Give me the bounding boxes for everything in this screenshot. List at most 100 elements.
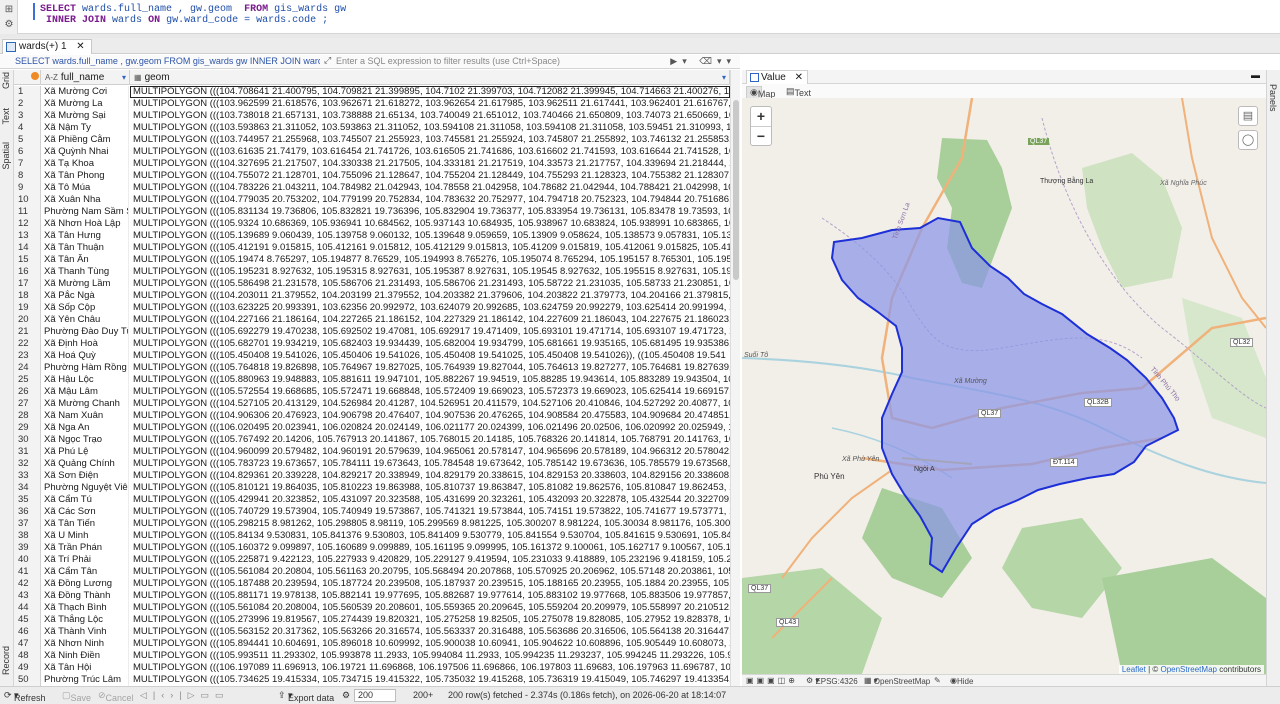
cell-geom[interactable]: MULTIPOLYGON (((103.744957 21.255968, 10…: [130, 134, 730, 146]
table-row[interactable]: 19 Xã Sốp Cộp MULTIPOLYGON (((103.623225 2…: [14, 302, 730, 314]
cell-full-name[interactable]: Xã Mường La: [41, 98, 129, 110]
zoom-in-button[interactable]: +: [751, 107, 771, 126]
cell-full-name[interactable]: Xã Nậm Ty: [41, 122, 129, 134]
cell-geom[interactable]: MULTIPOLYGON (((103.962599 21.618576, 10…: [130, 98, 730, 110]
cell-full-name[interactable]: Xã Mường Sại: [41, 110, 129, 122]
cell-geom[interactable]: MULTIPOLYGON (((105.880963 19.948883, 10…: [130, 374, 730, 386]
table-row[interactable]: 1 Xã Mường Cơi MULTIPOLYGON (((104.708641 …: [14, 86, 730, 98]
cell-geom[interactable]: MULTIPOLYGON (((104.829361 20.339228, 10…: [130, 470, 730, 482]
cell-full-name[interactable]: Phường Nam Sầm Sơn: [41, 206, 129, 218]
filter-input[interactable]: Enter a SQL expression to filter results…: [336, 56, 560, 66]
row-number[interactable]: 2: [14, 98, 41, 110]
cell-full-name[interactable]: Xã Mường Chanh: [41, 398, 129, 410]
hide-labels-toggle[interactable]: ◉ Hide labels: [950, 676, 978, 695]
osm-link[interactable]: OpenStreetMap: [1160, 665, 1216, 674]
cell-full-name[interactable]: Xã Thạch Bình: [41, 602, 129, 614]
cell-geom[interactable]: MULTIPOLYGON (((104.327695 21.217507, 10…: [130, 158, 730, 170]
row-number[interactable]: 5: [14, 134, 41, 146]
cell-full-name[interactable]: Xã Sơn Điện: [41, 470, 129, 482]
cell-full-name[interactable]: Xã Định Hoà: [41, 338, 129, 350]
table-row[interactable]: 43 Xã Đồng Thành MULTIPOLYGON (((105.88117…: [14, 590, 730, 602]
row-number[interactable]: 41: [14, 566, 41, 578]
table-row[interactable]: 11Phường Nam Sầm SơnMULTIPOLYGON (((105.…: [14, 206, 730, 218]
edit-icon[interactable]: ✎: [934, 676, 941, 685]
cell-full-name[interactable]: Xã Thắng Lộc: [41, 614, 129, 626]
row-number[interactable]: 17: [14, 278, 41, 290]
cell-geom[interactable]: MULTIPOLYGON (((105.561084 20.208004, 10…: [130, 602, 730, 614]
row-number[interactable]: 49: [14, 662, 41, 674]
cell-geom[interactable]: MULTIPOLYGON (((105.563152 20.317362, 10…: [130, 626, 730, 638]
map-view[interactable]: QL37 Thượng Bằng La Xã Nghĩa Phúc Suối T…: [742, 98, 1266, 674]
table-row[interactable]: 44 Xã Thạch Bình MULTIPOLYGON (((105.56108…: [14, 602, 730, 614]
table-row[interactable]: 32 Xã Quảng Chính MULTIPOLYGON (((105.7837…: [14, 458, 730, 470]
table-row[interactable]: 45 Xã Thắng Lộc MULTIPOLYGON (((105.273996…: [14, 614, 730, 626]
table-row[interactable]: 39 Xã Trần Phán MULTIPOLYGON (((105.160372…: [14, 542, 730, 554]
result-tab[interactable]: wards(+) 1 ✕: [2, 39, 92, 54]
cell-full-name[interactable]: Xã Pắc Ngà: [41, 290, 129, 302]
cell-geom[interactable]: MULTIPOLYGON (((105.767492 20.14206, 105…: [130, 434, 730, 446]
table-row[interactable]: 17 Xã Mường Lầm MULTIPOLYGON (((105.586498…: [14, 278, 730, 290]
run-icon[interactable]: ⊞: [3, 4, 15, 16]
table-row[interactable]: 42 Xã Đồng Lương MULTIPOLYGON (((105.18748…: [14, 578, 730, 590]
row-number[interactable]: 31: [14, 446, 41, 458]
cell-geom[interactable]: MULTIPOLYGON (((105.160372 9.099897, 105…: [130, 542, 730, 554]
table-row[interactable]: 33 Xã Sơn Điện MULTIPOLYGON (((104.829361 …: [14, 470, 730, 482]
fetch-size-input[interactable]: 200: [354, 689, 396, 702]
row-number[interactable]: 11: [14, 206, 41, 218]
row-number[interactable]: 33: [14, 470, 41, 482]
cell-geom[interactable]: MULTIPOLYGON (((105.273996 19.819567, 10…: [130, 614, 730, 626]
cell-full-name[interactable]: Xã Quảng Chính: [41, 458, 129, 470]
cell-full-name[interactable]: Phường Đào Duy Từ: [41, 326, 129, 338]
row-number[interactable]: 13: [14, 230, 41, 242]
cell-full-name[interactable]: Xã Trần Phán: [41, 542, 129, 554]
cell-full-name[interactable]: Xã Đồng Lương: [41, 578, 129, 590]
row-number[interactable]: 32: [14, 458, 41, 470]
text-subtab[interactable]: ▤ Text: [786, 86, 811, 98]
table-row[interactable]: 18 Xã Pắc Ngà MULTIPOLYGON (((104.203011 2…: [14, 290, 730, 302]
cell-geom[interactable]: MULTIPOLYGON (((105.692279 19.470238, 10…: [130, 326, 730, 338]
cell-geom[interactable]: MULTIPOLYGON (((104.779035 20.753202, 10…: [130, 194, 730, 206]
cell-full-name[interactable]: Xã Hoá Quỳ: [41, 350, 129, 362]
cell-geom[interactable]: MULTIPOLYGON (((105.734625 19.415334, 10…: [130, 674, 730, 686]
table-row[interactable]: 41 Xã Cẩm Tân MULTIPOLYGON (((105.561084 2…: [14, 566, 730, 578]
table-row[interactable]: 9 Xã Tô Múa MULTIPOLYGON (((104.783226 21.…: [14, 182, 730, 194]
cell-geom[interactable]: MULTIPOLYGON (((105.9324 10.686369, 105.…: [130, 218, 730, 230]
table-row[interactable]: 40 Xã Trí Phải MULTIPOLYGON (((105.225871 …: [14, 554, 730, 566]
row-nav-icons[interactable]: ◁|‹›|▷▭▭: [140, 690, 230, 701]
cancel-button[interactable]: ⊘ Cancel: [98, 690, 134, 703]
scrollbar-thumb[interactable]: [733, 100, 739, 280]
table-row[interactable]: 20 Xã Yên Châu MULTIPOLYGON (((104.227166 …: [14, 314, 730, 326]
table-row[interactable]: 35 Xã Cẩm Tú MULTIPOLYGON (((105.429941 20…: [14, 494, 730, 506]
row-number[interactable]: 37: [14, 518, 41, 530]
cell-full-name[interactable]: Xã U Minh: [41, 530, 129, 542]
cell-geom[interactable]: MULTIPOLYGON (((103.593863 21.311052, 10…: [130, 122, 730, 134]
cell-geom[interactable]: MULTIPOLYGON (((104.203011 21.379552, 10…: [130, 290, 730, 302]
table-row[interactable]: 48 Xã Ninh Điền MULTIPOLYGON (((105.993511…: [14, 650, 730, 662]
crs-selector[interactable]: ⚙ EPSG:4326 ▾: [806, 676, 858, 686]
cell-full-name[interactable]: Xã Thanh Tùng: [41, 266, 129, 278]
row-number[interactable]: 39: [14, 542, 41, 554]
column-header-full-name[interactable]: A-Z full_name ▾: [41, 70, 130, 85]
cell-geom[interactable]: MULTIPOLYGON (((105.810121 19.864035, 10…: [130, 482, 730, 494]
row-number[interactable]: 12: [14, 218, 41, 230]
zoom-out-button[interactable]: −: [751, 126, 771, 145]
tile-selector[interactable]: ▦ OpenStreetMap ▾: [864, 676, 930, 686]
cell-geom[interactable]: MULTIPOLYGON (((104.906306 20.476923, 10…: [130, 410, 730, 422]
table-row[interactable]: 34 Phường Nguyệt Viên MULTIPOLYGON (((105.…: [14, 482, 730, 494]
cell-full-name[interactable]: Xã Các Sơn: [41, 506, 129, 518]
table-row[interactable]: 22 Xã Định Hoà MULTIPOLYGON (((105.682701 …: [14, 338, 730, 350]
cell-geom[interactable]: MULTIPOLYGON (((104.783226 21.043211, 10…: [130, 182, 730, 194]
row-number[interactable]: 14: [14, 242, 41, 254]
row-number[interactable]: 48: [14, 650, 41, 662]
cell-full-name[interactable]: Xã Quỳnh Nhai: [41, 146, 129, 158]
cell-full-name[interactable]: Xã Đồng Thành: [41, 590, 129, 602]
cell-geom[interactable]: MULTIPOLYGON (((105.195231 8.927632, 105…: [130, 266, 730, 278]
grid-scrollbar[interactable]: [730, 70, 740, 686]
cell-geom[interactable]: MULTIPOLYGON (((105.298215 8.981262, 105…: [130, 518, 730, 530]
cell-geom[interactable]: MULTIPOLYGON (((105.561084 20.20804, 105…: [130, 566, 730, 578]
cell-geom[interactable]: MULTIPOLYGON (((105.740729 19.573904, 10…: [130, 506, 730, 518]
cell-geom[interactable]: MULTIPOLYGON (((106.197089 11.696913, 10…: [130, 662, 730, 674]
cell-full-name[interactable]: Xã Nam Xuân: [41, 410, 129, 422]
row-number[interactable]: 18: [14, 290, 41, 302]
cell-geom[interactable]: MULTIPOLYGON (((105.894441 10.604691, 10…: [130, 638, 730, 650]
